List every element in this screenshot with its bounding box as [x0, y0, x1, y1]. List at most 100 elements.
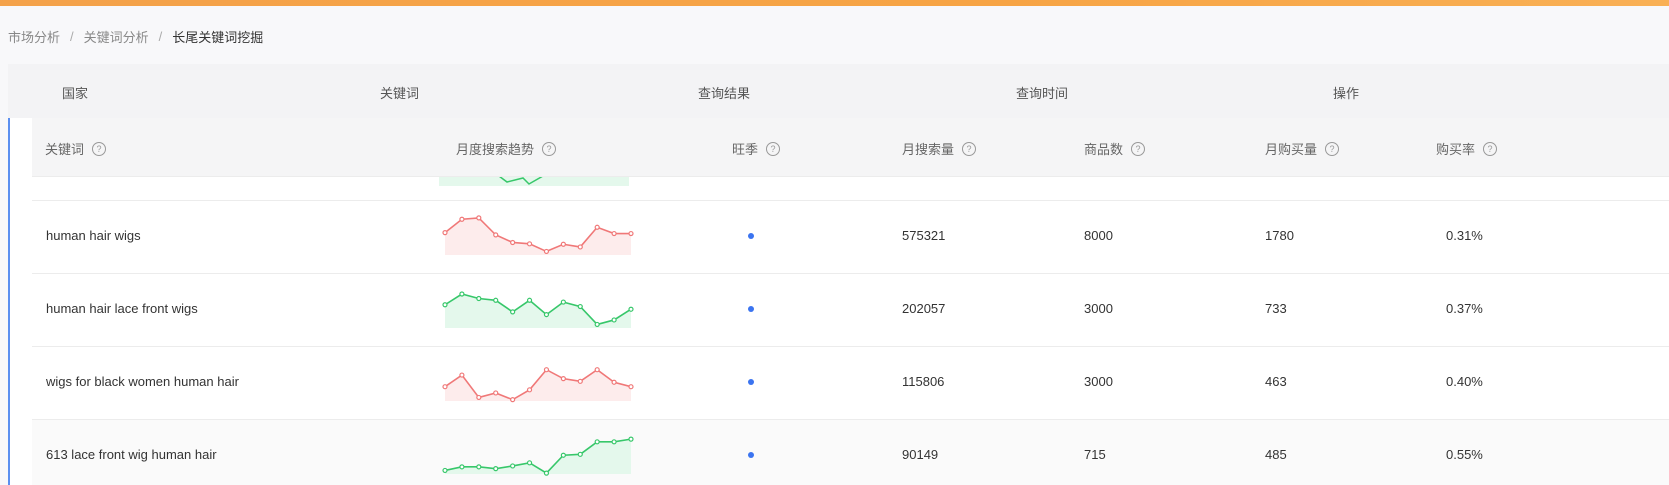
sparkline-point — [459, 291, 465, 297]
monthly-search-cell: 202057 — [902, 301, 946, 316]
th-monthly-purchase[interactable]: 月购买量 ? — [1265, 139, 1340, 158]
sparkline-point — [510, 309, 516, 315]
sparkline-point — [628, 306, 634, 312]
th-trend[interactable]: 月度搜索趋势 ? — [456, 139, 557, 158]
sparkline-point — [594, 321, 600, 328]
th-monthly-search-label: 月搜索量 — [902, 142, 955, 157]
th-peak-label: 旺季 — [732, 142, 759, 157]
sparkline-point — [476, 464, 482, 470]
sparkline-point — [611, 317, 617, 323]
sparkline-point — [543, 311, 550, 318]
breadcrumb-item-market-analysis[interactable]: 市场分析 — [8, 27, 60, 46]
th-peak-season[interactable]: 旺季 ? — [732, 139, 781, 158]
help-icon[interactable]: ? — [1483, 141, 1498, 156]
trend-sparkline-partial — [439, 176, 629, 186]
sparkline-point — [594, 224, 600, 230]
sparkline-point — [493, 466, 499, 472]
product-count-cell: 8000 — [1084, 228, 1113, 243]
th-monthly-purchase-label: 月购买量 — [1265, 142, 1318, 157]
monthly-purchase-cell: 463 — [1265, 374, 1287, 389]
sparkline-point — [577, 451, 583, 457]
sparkline-point — [577, 378, 583, 384]
sparkline-point — [493, 390, 499, 396]
query-history-header: 国家 关键词 查询结果 查询时间 操作 — [8, 64, 1669, 118]
peak-season-dot — [748, 379, 754, 385]
sparkline-point — [510, 397, 516, 403]
table-row[interactable]: human hair lace front wigs 202057 3000 7… — [32, 274, 1669, 347]
trend-sparkline — [442, 367, 634, 403]
purchase-rate-cell: 0.40% — [1446, 374, 1483, 389]
monthly-purchase-cell: 733 — [1265, 301, 1287, 316]
peak-season-dot — [748, 233, 754, 239]
sparkline-point — [611, 439, 617, 445]
sparkline-point — [543, 248, 550, 255]
trend-sparkline — [442, 436, 634, 476]
help-icon[interactable]: ? — [1325, 141, 1340, 156]
sparkline-point — [476, 215, 482, 221]
keyword-results-table: 关键词 ? 月度搜索趋势 ? 旺季 ? 月搜索量 ? 商品数 ? 月购买量 ? … — [32, 118, 1669, 485]
sparkline-point — [526, 387, 533, 393]
panel-accent-line — [8, 118, 10, 485]
sparkline-point — [594, 367, 600, 373]
sparkline-point — [526, 241, 533, 247]
sparkline-point — [611, 379, 617, 385]
help-icon[interactable]: ? — [542, 141, 557, 156]
breadcrumb-separator: / — [70, 28, 74, 44]
th-keyword-label: 关键词 — [45, 142, 85, 157]
sparkline-point — [442, 302, 448, 308]
sparkline-point — [577, 303, 583, 310]
breadcrumb-current: 长尾关键词挖掘 — [172, 29, 264, 45]
breadcrumb-separator: / — [158, 28, 163, 44]
sparkline-point — [459, 216, 465, 222]
th-monthly-search[interactable]: 月搜索量 ? — [902, 139, 977, 158]
help-icon[interactable]: ? — [962, 141, 977, 156]
table-row[interactable]: human hair wigs 575321 8000 1780 0.31% — [32, 201, 1669, 274]
sparkline-point — [442, 467, 448, 474]
sparkline-point — [493, 232, 499, 238]
trend-sparkline — [442, 291, 634, 328]
th-keyword[interactable]: 关键词 ? — [45, 139, 107, 158]
table-row[interactable]: wigs for black women human hair 115806 3… — [32, 347, 1669, 420]
th-purchase-rate[interactable]: 购买率 ? — [1436, 139, 1498, 158]
sparkline-point — [476, 394, 482, 401]
peak-season-dot — [748, 452, 754, 458]
sparkline-point — [510, 239, 516, 246]
query-col-country: 国家 — [62, 86, 89, 101]
table-row[interactable]: 613 lace front wig human hair 90149 715 … — [32, 420, 1669, 485]
breadcrumb-item-keyword-analysis[interactable]: 关键词分析 — [84, 27, 149, 46]
sparkline-point — [577, 244, 583, 250]
keyword-cell[interactable]: human hair wigs — [46, 228, 141, 243]
sparkline-point — [459, 372, 465, 378]
product-count-cell: 3000 — [1084, 301, 1113, 316]
product-count-cell: 3000 — [1084, 374, 1113, 389]
sparkline-point — [543, 470, 550, 476]
query-col-keyword: 关键词 — [380, 86, 420, 101]
breadcrumb: 市场分析 / 关键词分析 / 长尾关键词挖掘 — [8, 26, 263, 46]
monthly-search-cell: 115806 — [902, 374, 945, 389]
th-product-count[interactable]: 商品数 ? — [1084, 139, 1146, 158]
sparkline-point — [476, 295, 482, 302]
monthly-search-cell: 90149 — [902, 447, 939, 462]
help-icon[interactable]: ? — [92, 141, 107, 156]
sparkline-point — [459, 464, 465, 470]
sparkline-point — [510, 463, 516, 469]
peak-season-dot — [748, 306, 754, 312]
th-trend-label: 月度搜索趋势 — [456, 142, 535, 157]
sparkline-point — [628, 436, 634, 442]
sparkline-point — [442, 384, 448, 390]
help-icon[interactable]: ? — [1131, 141, 1146, 156]
sparkline-point — [560, 241, 566, 247]
sparkline-area — [445, 217, 631, 255]
monthly-purchase-cell: 485 — [1265, 447, 1287, 462]
sparkline-point — [543, 367, 550, 373]
trend-sparkline — [442, 215, 634, 255]
help-icon[interactable]: ? — [766, 141, 781, 156]
sparkline-point — [442, 230, 448, 236]
keyword-cell[interactable]: wigs for black women human hair — [46, 374, 239, 389]
keyword-cell[interactable]: 613 lace front wig human hair — [46, 447, 217, 462]
sparkline-point — [628, 384, 634, 390]
query-col-time: 查询时间 — [1016, 86, 1069, 101]
sparkline-point — [526, 297, 533, 303]
table-row-partial — [32, 176, 1669, 201]
keyword-cell[interactable]: human hair lace front wigs — [46, 301, 198, 316]
